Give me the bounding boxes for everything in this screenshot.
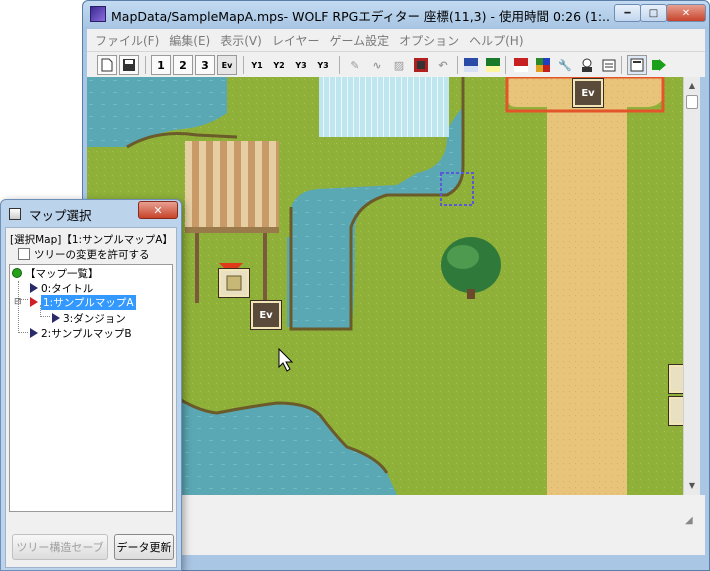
map-select-window: マップ選択 ✕ [選択Map]【1:サンプルマップA】 ツリーの変更を許可する … [0,199,182,571]
window-icon [9,208,21,220]
map-object-tile[interactable] [669,365,683,393]
map-select-close-button[interactable]: ✕ [138,201,178,219]
test-play-icon[interactable] [649,55,669,75]
common-event-icon[interactable] [483,55,503,75]
tree-item[interactable]: 2:サンプルマップB [30,326,132,340]
save-tree-button[interactable]: ツリー構造セーブ [12,534,108,560]
layer-2-button[interactable]: 2 [173,55,193,75]
wrench-icon[interactable]: 🔧 [555,55,575,75]
menu-edit[interactable]: 編集(E) [169,32,210,49]
layer-edit-1-icon[interactable]: Y1 [247,55,267,75]
map-select-title: マップ選択 [29,208,92,223]
scroll-thumb[interactable] [686,95,698,109]
tree-item-label: 3:ダンジョン [63,312,126,325]
tree-root-label: 【マップ一覧】 [25,267,99,280]
title-bar[interactable]: MapData/SampleMapA.mps- WOLF RPGエディター 座標… [83,1,709,29]
map-event-tile[interactable]: Ev [251,301,281,329]
map-event-tile[interactable]: Ev [573,79,603,107]
pencil-icon[interactable]: ✎ [345,55,365,75]
tree-item-selected[interactable]: 1:サンプルマップA [30,294,136,310]
layer-edit-3-icon[interactable]: Y3 [291,55,311,75]
menu-game-settings[interactable]: ゲーム設定 [329,32,389,49]
new-file-icon[interactable] [97,55,117,75]
map-arrow-icon [30,297,38,307]
layer-edit-4-icon[interactable]: Y3 [313,55,333,75]
scroll-down-icon[interactable]: ▼ [684,477,700,494]
map-select-title-bar[interactable]: マップ選択 ✕ [1,200,181,226]
system-db-icon[interactable] [511,55,531,75]
expand-minus-icon[interactable]: ⊟ [14,295,22,309]
map-arrow-icon [52,313,60,323]
map-list-icon[interactable] [599,55,619,75]
menu-bar: ファイル(F) 編集(E) 表示(V) レイヤー ゲーム設定 オプション ヘルプ… [87,29,705,51]
line-tool-icon[interactable]: ∿ [367,55,387,75]
undo-icon[interactable]: ↶ [433,55,453,75]
map-character-tile[interactable] [219,269,249,297]
save-icon[interactable] [119,55,139,75]
fill-tool-icon[interactable] [411,55,431,75]
layer-1-button[interactable]: 1 [151,55,171,75]
minimize-button[interactable]: ━ [614,4,641,22]
menu-view[interactable]: 表示(V) [220,32,262,49]
selected-map-label: [選択Map]【1:サンプルマップA】 [10,234,173,246]
map-arrow-icon [30,283,38,293]
allow-tree-change-label[interactable]: ツリーの変更を許可する [34,247,150,262]
tree-item[interactable]: 0:タイトル [30,281,93,295]
wolf-app-icon [90,6,106,22]
menu-file[interactable]: ファイル(F) [95,32,159,49]
close-button[interactable]: ✕ [666,4,706,22]
map-arrow-icon [30,328,38,338]
rect-tool-icon[interactable]: ▨ [389,55,409,75]
window-title: MapData/SampleMapA.mps- WOLF RPGエディター 座標… [111,9,611,24]
allow-tree-change-checkbox[interactable] [18,248,30,260]
vertical-scrollbar[interactable]: ▲ ▼ [683,77,700,495]
menu-options[interactable]: オプション [399,32,459,49]
layer-edit-2-icon[interactable]: Y2 [269,55,289,75]
character-icon[interactable] [577,55,597,75]
tree-root[interactable]: 【マップ一覧】 [12,266,99,280]
root-dot-icon [12,268,22,278]
toolbar: 1 2 3 Ev Y1 Y2 Y3 Y3 ✎ ∿ ▨ ↶ 🔧 [87,51,705,77]
map-object-tile[interactable] [669,397,683,425]
tree-item-label: 1:サンプルマップA [41,294,136,310]
tree-item[interactable]: 3:ダンジョン [52,311,126,325]
database-icon[interactable] [461,55,481,75]
tree-item-label: 0:タイトル [41,282,94,295]
scroll-up-icon[interactable]: ▲ [684,77,700,94]
event-layer-button[interactable]: Ev [217,55,237,75]
maximize-button[interactable]: □ [640,4,667,22]
tree-item-label: 2:サンプルマップB [41,327,132,340]
tileset-icon[interactable] [533,55,553,75]
map-select-body: [選択Map]【1:サンプルマップA】 ツリーの変更を許可する 【マップ一覧】 … [5,227,177,568]
menu-help[interactable]: ヘルプ(H) [469,32,523,49]
menu-layer[interactable]: レイヤー [272,32,320,49]
map-tree: 【マップ一覧】 0:タイトル ⊟ 1:サンプルマップA 3:ダンジョン 2:サン… [9,264,173,512]
test-settings-icon[interactable] [627,55,647,75]
layer-3-button[interactable]: 3 [195,55,215,75]
resize-grip-icon[interactable]: ◢ [685,515,701,531]
refresh-data-button[interactable]: データ更新 [114,534,174,560]
